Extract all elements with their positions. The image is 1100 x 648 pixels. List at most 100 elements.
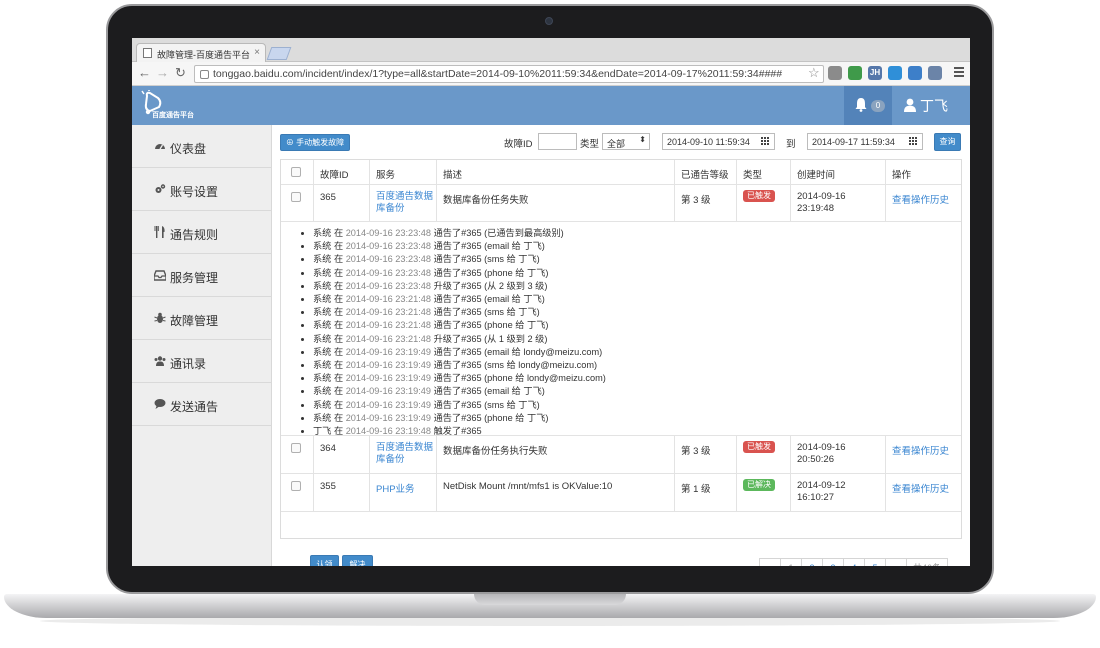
sidebar-item-label: 服务管理	[170, 271, 219, 285]
row-service-link[interactable]: 百度通告数据库备份	[370, 185, 437, 221]
pen-extension-icon[interactable]	[888, 66, 902, 80]
col-level[interactable]: 已通告等级	[675, 160, 737, 184]
reload-icon[interactable]: ↻	[175, 65, 186, 81]
back-icon[interactable]: ←	[138, 65, 151, 81]
table-row[interactable]: 355 PHP业务 NetDisk Mount /mnt/mfs1 is OKV…	[281, 474, 961, 512]
manual-trigger-button[interactable]: ⊕ 手动触发故障	[280, 134, 350, 151]
col-created[interactable]: 创建时间	[791, 160, 886, 184]
log-actor: 丁飞	[313, 426, 332, 437]
log-at: 在	[333, 426, 344, 437]
user-name[interactable]: 丁飞	[920, 96, 948, 116]
row-id: 355	[314, 474, 370, 511]
row-service-link[interactable]: PHP业务	[370, 474, 437, 511]
search-button[interactable]: 查询	[934, 133, 961, 151]
page-4[interactable]: 4	[843, 558, 865, 566]
log-time: 2014-09-16 23:21:48	[345, 320, 431, 331]
row-created: 2014-09-12 16:10:27	[791, 474, 886, 511]
close-icon[interactable]: ×	[254, 47, 260, 58]
log-at: 在	[333, 386, 344, 397]
log-text: 通告了#365 (phone 给 londy@meizu.com)	[433, 373, 606, 384]
resolve-button[interactable]: 解决	[342, 555, 373, 566]
log-entry: 系统 在 2014-09-16 23:23:48 升级了#365 (从 2 级到…	[313, 280, 606, 293]
browser-tab[interactable]: 故障管理-百度通告平台 ×	[136, 43, 266, 62]
log-time: 2014-09-16 23:23:48	[345, 241, 431, 252]
tab-title: 故障管理-百度通告平台	[157, 50, 250, 60]
log-actor: 系统	[313, 346, 332, 357]
earth-extension-icon[interactable]	[828, 66, 842, 80]
next-page-button[interactable]: »	[885, 558, 907, 566]
incident-id-input[interactable]	[538, 133, 577, 150]
sidebar: 仪表盘 账号设置 通告规则 服务管理 故障管理 通讯录 发送通告	[132, 125, 272, 566]
inbox-icon	[154, 270, 166, 281]
users-icon	[154, 356, 166, 366]
log-at: 在	[333, 294, 344, 305]
sidebar-item-contacts[interactable]: 通讯录	[132, 340, 272, 383]
page-5[interactable]: 5	[864, 558, 886, 566]
sidebar-item-incidents[interactable]: 故障管理	[132, 297, 272, 340]
table-row[interactable]: 364 百度通告数据库备份 数据库备份任务执行失败 第 3 级 已触发 2014…	[281, 436, 961, 474]
col-action[interactable]: 操作	[886, 160, 961, 184]
select-arrows-icon: ⬍	[639, 135, 646, 144]
sidebar-item-account[interactable]: 账号设置	[132, 168, 272, 211]
col-type[interactable]: 类型	[737, 160, 791, 184]
page-1[interactable]: 1	[780, 558, 802, 566]
status-badge: 已触发	[743, 190, 775, 202]
log-time: 2014-09-16 23:21:48	[345, 294, 431, 305]
log-entry: 系统 在 2014-09-16 23:21:48 通告了#365 (phone …	[313, 319, 606, 332]
calendar-icon[interactable]	[909, 137, 918, 146]
calendar-icon[interactable]	[761, 137, 770, 146]
sidebar-item-services[interactable]: 服务管理	[132, 254, 272, 297]
row-checkbox[interactable]	[291, 192, 301, 202]
log-actor: 系统	[313, 307, 332, 318]
notification-button[interactable]: 0	[844, 86, 892, 125]
page-2[interactable]: 2	[801, 558, 823, 566]
view-history-link[interactable]: 查看操作历史	[886, 185, 961, 221]
type-select[interactable]: 全部 ⬍	[602, 133, 650, 150]
col-service[interactable]: 服务	[370, 160, 437, 184]
address-bar[interactable]: tonggao.baidu.com/incident/index/1?type=…	[194, 65, 824, 83]
blue-extension-icon[interactable]	[908, 66, 922, 80]
row-level: 第 3 级	[675, 436, 737, 473]
sidebar-item-label: 仪表盘	[170, 142, 207, 156]
new-tab-button[interactable]	[266, 47, 292, 60]
end-date-input[interactable]: 2014-09-17 11:59:34	[807, 133, 923, 150]
star-icon[interactable]: ☆	[808, 65, 820, 81]
table-header: 故障ID 服务 描述 已通告等级 类型 创建时间 操作	[281, 160, 961, 185]
table-row[interactable]: 365 百度通告数据库备份 数据库备份任务失败 第 3 级 已触发 2014-0…	[281, 185, 961, 222]
log-text: 通告了#365 (sms 给 丁飞)	[433, 254, 540, 265]
log-text: 通告了#365 (email 给 丁飞)	[433, 386, 545, 397]
acknowledge-button[interactable]: 认领	[310, 555, 339, 566]
created-date: 2014-09-16	[797, 442, 846, 453]
sidebar-item-rules[interactable]: 通告规则	[132, 211, 272, 254]
row-service-link[interactable]: 百度通告数据库备份	[370, 436, 437, 473]
prev-page-button[interactable]: «	[759, 558, 781, 566]
puzzle-extension-icon[interactable]	[848, 66, 862, 80]
view-history-link[interactable]: 查看操作历史	[886, 474, 961, 511]
sidebar-item-send[interactable]: 发送通告	[132, 383, 272, 426]
account-extension-icon[interactable]	[928, 66, 942, 80]
row-description: 数据库备份任务失败	[437, 185, 675, 221]
user-icon[interactable]	[904, 98, 916, 112]
row-checkbox[interactable]	[291, 481, 301, 491]
menu-icon[interactable]	[954, 67, 964, 79]
log-text: 通告了#365 (phone 给 丁飞)	[433, 320, 549, 331]
status-badge: 已触发	[743, 441, 775, 453]
row-level: 第 1 级	[675, 474, 737, 511]
start-date-input[interactable]: 2014-09-10 11:59:34	[662, 133, 775, 150]
row-checkbox[interactable]	[291, 443, 301, 453]
forward-icon[interactable]: →	[156, 65, 169, 81]
app-header: 百度通告平台 0 丁飞	[132, 86, 970, 125]
col-id[interactable]: 故障ID	[314, 160, 370, 184]
log-time: 2014-09-16 23:19:49	[345, 399, 431, 410]
col-description[interactable]: 描述	[437, 160, 675, 184]
log-time: 2014-09-16 23:21:48	[345, 333, 431, 344]
select-all-checkbox[interactable]	[291, 167, 301, 177]
jh-extension-icon[interactable]: JH	[868, 66, 882, 80]
created-time: 23:19:48	[797, 203, 834, 214]
log-time: 2014-09-16 23:19:49	[345, 412, 431, 423]
log-at: 在	[333, 346, 344, 357]
type-label: 类型	[580, 139, 600, 150]
sidebar-item-dashboard[interactable]: 仪表盘	[132, 125, 272, 168]
page-3[interactable]: 3	[822, 558, 844, 566]
view-history-link[interactable]: 查看操作历史	[886, 436, 961, 473]
